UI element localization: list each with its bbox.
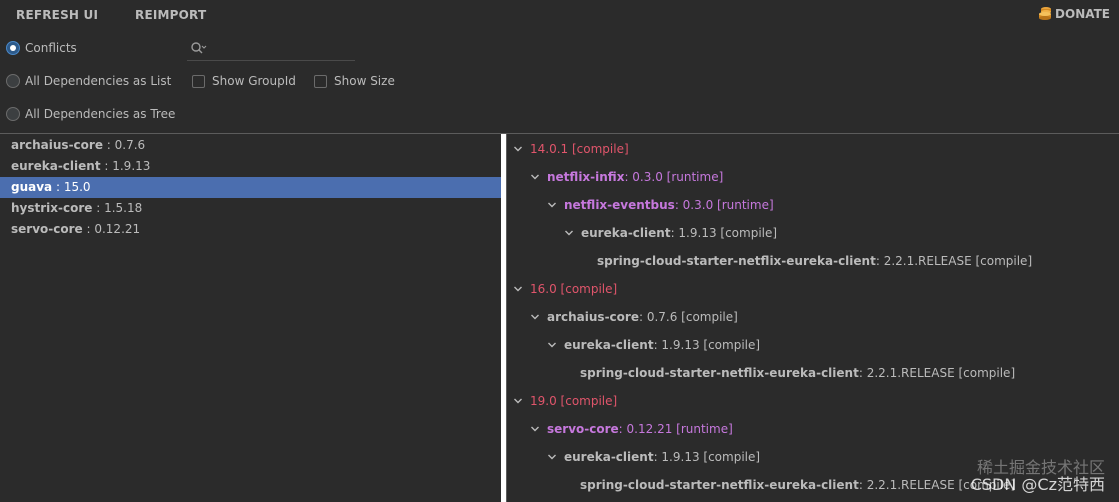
chevron-down-icon[interactable] bbox=[547, 200, 557, 210]
donate-label: DONATE bbox=[1055, 6, 1110, 21]
artifact-detail: : 0.7.6 [compile] bbox=[638, 310, 738, 324]
artifact-name: archaius-core bbox=[11, 138, 103, 152]
chevron-down-icon[interactable] bbox=[547, 340, 557, 350]
tree-node-version[interactable]: 14.0.1 [compile] bbox=[513, 139, 629, 159]
search-input[interactable] bbox=[211, 38, 351, 58]
list-item[interactable]: hystrix-core : 1.5.18 bbox=[0, 198, 501, 219]
radio-button[interactable] bbox=[6, 107, 20, 121]
artifact-detail: : 2.2.1.RELEASE [compile] bbox=[858, 478, 1016, 492]
tree-node[interactable]: eureka-client : 1.9.13 [compile] bbox=[547, 335, 760, 355]
version-label: 16.0 [compile] bbox=[530, 282, 618, 296]
tree-leaf[interactable]: spring-cloud-starter-netflix-eureka-clie… bbox=[580, 475, 1015, 495]
refresh-ui-button[interactable]: REFRESH UI bbox=[16, 8, 98, 22]
artifact-version: : 1.9.13 bbox=[100, 159, 151, 173]
chevron-down-icon[interactable] bbox=[564, 228, 574, 238]
tree-node[interactable]: servo-core : 0.12.21 [runtime] bbox=[530, 419, 733, 439]
conflict-list: archaius-core : 0.7.6 eureka-client : 1.… bbox=[0, 135, 501, 240]
checkbox[interactable] bbox=[192, 74, 205, 88]
tree-node[interactable]: netflix-infix : 0.3.0 [runtime] bbox=[530, 167, 723, 187]
artifact-name: eureka-client bbox=[581, 226, 671, 240]
artifact-detail: : 1.9.13 [compile] bbox=[653, 450, 761, 464]
tree-leaf[interactable]: spring-cloud-starter-netflix-eureka-clie… bbox=[580, 363, 1015, 383]
list-item[interactable]: eureka-client : 1.9.13 bbox=[0, 156, 501, 177]
artifact-version: : 0.7.6 bbox=[102, 138, 146, 152]
chevron-down-icon[interactable] bbox=[530, 312, 540, 322]
radio-list-label: All Dependencies as List bbox=[25, 74, 172, 88]
artifact-name: eureka-client bbox=[564, 450, 654, 464]
list-item-selected[interactable]: guava : 15.0 bbox=[0, 177, 501, 198]
radio-tree-label: All Dependencies as Tree bbox=[25, 107, 176, 121]
donate-button[interactable]: DONATE bbox=[1038, 6, 1110, 21]
checkbox-show-groupid[interactable]: Show GroupId bbox=[192, 74, 296, 88]
artifact-detail: : 2.2.1.RELEASE [compile] bbox=[875, 254, 1033, 268]
artifact-name: spring-cloud-starter-netflix-eureka-clie… bbox=[580, 478, 859, 492]
chevron-down-icon[interactable] bbox=[513, 396, 523, 406]
artifact-name: netflix-infix bbox=[547, 170, 625, 184]
radio-conflicts[interactable]: Conflicts bbox=[6, 41, 77, 55]
artifact-detail: : 2.2.1.RELEASE [compile] bbox=[858, 366, 1016, 380]
tree-node[interactable]: eureka-client : 1.9.13 [compile] bbox=[564, 223, 777, 243]
search-field[interactable] bbox=[187, 36, 355, 61]
radio-all-dependencies-tree[interactable]: All Dependencies as Tree bbox=[6, 107, 175, 121]
artifact-version: : 0.12.21 bbox=[82, 222, 141, 236]
artifact-detail: : 0.3.0 [runtime] bbox=[674, 198, 774, 212]
artifact-detail: : 1.9.13 [compile] bbox=[653, 338, 761, 352]
artifact-detail: : 0.3.0 [runtime] bbox=[624, 170, 724, 184]
chevron-down-icon[interactable] bbox=[530, 424, 540, 434]
artifact-name: servo-core bbox=[11, 222, 83, 236]
artifact-detail: : 1.9.13 [compile] bbox=[670, 226, 778, 240]
artifact-name: archaius-core bbox=[547, 310, 639, 324]
version-label: 14.0.1 [compile] bbox=[530, 142, 629, 156]
chevron-down-icon[interactable] bbox=[530, 172, 540, 182]
tree-node[interactable]: archaius-core : 0.7.6 [compile] bbox=[530, 307, 738, 327]
splitter-handle[interactable] bbox=[501, 134, 507, 502]
artifact-version: : 1.5.18 bbox=[92, 201, 143, 215]
artifact-name: spring-cloud-starter-netflix-eureka-clie… bbox=[597, 254, 876, 268]
horizontal-divider bbox=[0, 133, 1119, 134]
coin-stack-icon bbox=[1039, 7, 1052, 20]
artifact-name: spring-cloud-starter-netflix-eureka-clie… bbox=[580, 366, 859, 380]
toolbar: REFRESH UI REIMPORT DONATE bbox=[0, 0, 1119, 30]
artifact-version: : 15.0 bbox=[52, 180, 91, 194]
tree-node-version[interactable]: 16.0 [compile] bbox=[513, 279, 617, 299]
tree-node[interactable]: eureka-client : 1.9.13 [compile] bbox=[547, 447, 760, 467]
version-label: 19.0 [compile] bbox=[530, 394, 618, 408]
radio-conflicts-label: Conflicts bbox=[25, 41, 77, 55]
checkbox-show-size[interactable]: Show Size bbox=[314, 74, 395, 88]
tree-node[interactable]: netflix-eventbus : 0.3.0 [runtime] bbox=[547, 195, 774, 215]
artifact-name: guava bbox=[11, 180, 53, 194]
search-icon bbox=[191, 42, 207, 54]
radio-all-dependencies-list[interactable]: All Dependencies as List bbox=[6, 74, 171, 88]
tree-node-version[interactable]: 19.0 [compile] bbox=[513, 391, 617, 411]
artifact-name: eureka-client bbox=[11, 159, 101, 173]
checkbox[interactable] bbox=[314, 74, 327, 88]
artifact-name: eureka-client bbox=[564, 338, 654, 352]
list-item[interactable]: servo-core : 0.12.21 bbox=[0, 219, 501, 240]
chevron-down-icon[interactable] bbox=[547, 452, 557, 462]
artifact-detail: : 0.12.21 [runtime] bbox=[618, 422, 733, 436]
show-size-label: Show Size bbox=[334, 74, 395, 88]
tree-leaf[interactable]: spring-cloud-starter-netflix-eureka-clie… bbox=[597, 251, 1032, 271]
radio-button-selected[interactable] bbox=[6, 41, 20, 55]
reimport-button[interactable]: REIMPORT bbox=[135, 8, 206, 22]
artifact-name: netflix-eventbus bbox=[564, 198, 675, 212]
artifact-name: servo-core bbox=[547, 422, 619, 436]
artifact-name: hystrix-core bbox=[11, 201, 93, 215]
radio-button[interactable] bbox=[6, 74, 20, 88]
chevron-down-icon[interactable] bbox=[513, 144, 523, 154]
show-groupid-label: Show GroupId bbox=[212, 74, 296, 88]
list-item[interactable]: archaius-core : 0.7.6 bbox=[0, 135, 501, 156]
chevron-down-icon[interactable] bbox=[513, 284, 523, 294]
